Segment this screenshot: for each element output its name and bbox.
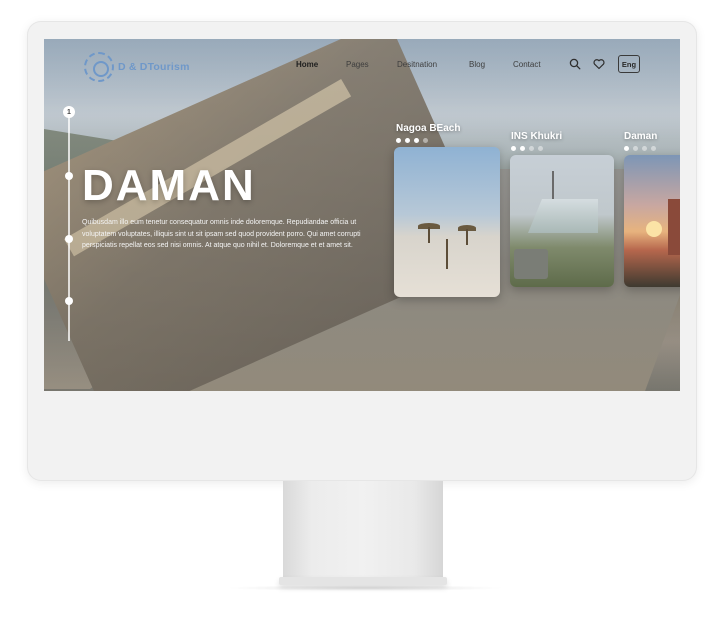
card-title-nagoa-beach: Nagoa BEach bbox=[396, 123, 461, 134]
card-dot[interactable] bbox=[538, 146, 543, 151]
nav-item-pages[interactable]: Pages bbox=[346, 60, 369, 69]
slider-rail bbox=[68, 111, 70, 341]
card-dot[interactable] bbox=[651, 146, 656, 151]
slide-dot[interactable] bbox=[65, 172, 73, 180]
nav-item-destination[interactable]: Desitnation bbox=[397, 60, 437, 69]
card-dot[interactable] bbox=[624, 146, 629, 151]
floor-shadow bbox=[225, 585, 505, 591]
destination-card-daman[interactable] bbox=[624, 155, 680, 287]
search-icon[interactable] bbox=[569, 58, 581, 70]
heart-icon[interactable] bbox=[593, 58, 605, 70]
destination-card-ins-khukri[interactable] bbox=[510, 155, 614, 287]
nav-item-blog[interactable]: Blog bbox=[469, 60, 485, 69]
card-dot[interactable] bbox=[633, 146, 638, 151]
memorial-block bbox=[514, 249, 548, 279]
card-title-ins-khukri: INS Khukri bbox=[511, 131, 563, 142]
language-button[interactable]: Eng bbox=[618, 55, 640, 73]
umbrella-pole bbox=[466, 229, 468, 245]
screen: D & DTourism Home Pages Desitnation Blog… bbox=[44, 39, 680, 391]
destination-card-nagoa-beach[interactable] bbox=[394, 147, 500, 297]
nav-item-contact[interactable]: Contact bbox=[513, 60, 541, 69]
sunset-sun bbox=[646, 221, 662, 237]
post bbox=[446, 239, 448, 269]
hero-title: DAMAN bbox=[82, 161, 256, 210]
umbrella-pole bbox=[428, 227, 430, 243]
card-dot[interactable] bbox=[396, 138, 401, 143]
card-dots bbox=[511, 146, 543, 151]
card-dot[interactable] bbox=[520, 146, 525, 151]
card-title-daman: Daman bbox=[624, 131, 658, 142]
fort-wall bbox=[668, 199, 680, 255]
slide-dot[interactable] bbox=[65, 235, 73, 243]
brand-logo[interactable]: D & DTourism bbox=[84, 52, 190, 82]
card-dots bbox=[396, 138, 428, 143]
card-dots bbox=[624, 146, 656, 151]
card-dot[interactable] bbox=[414, 138, 419, 143]
card-dot[interactable] bbox=[405, 138, 410, 143]
memorial-building bbox=[528, 199, 598, 233]
card-dot[interactable] bbox=[423, 138, 428, 143]
card-dot[interactable] bbox=[511, 146, 516, 151]
monitor-stand-base bbox=[279, 577, 447, 585]
nav-item-home[interactable]: Home bbox=[296, 60, 318, 69]
logo-emblem-icon bbox=[84, 52, 114, 82]
hero-description: Quibusdam illo eum tenetur consequatur o… bbox=[82, 219, 361, 249]
card-dot[interactable] bbox=[529, 146, 534, 151]
top-navbar: D & DTourism Home Pages Desitnation Blog… bbox=[44, 39, 680, 91]
slide-index-badge: 1 bbox=[63, 106, 75, 118]
card-dot[interactable] bbox=[642, 146, 647, 151]
slide-dot[interactable] bbox=[65, 297, 73, 305]
monitor-stand bbox=[283, 481, 443, 579]
brand-name: D & DTourism bbox=[118, 61, 190, 73]
